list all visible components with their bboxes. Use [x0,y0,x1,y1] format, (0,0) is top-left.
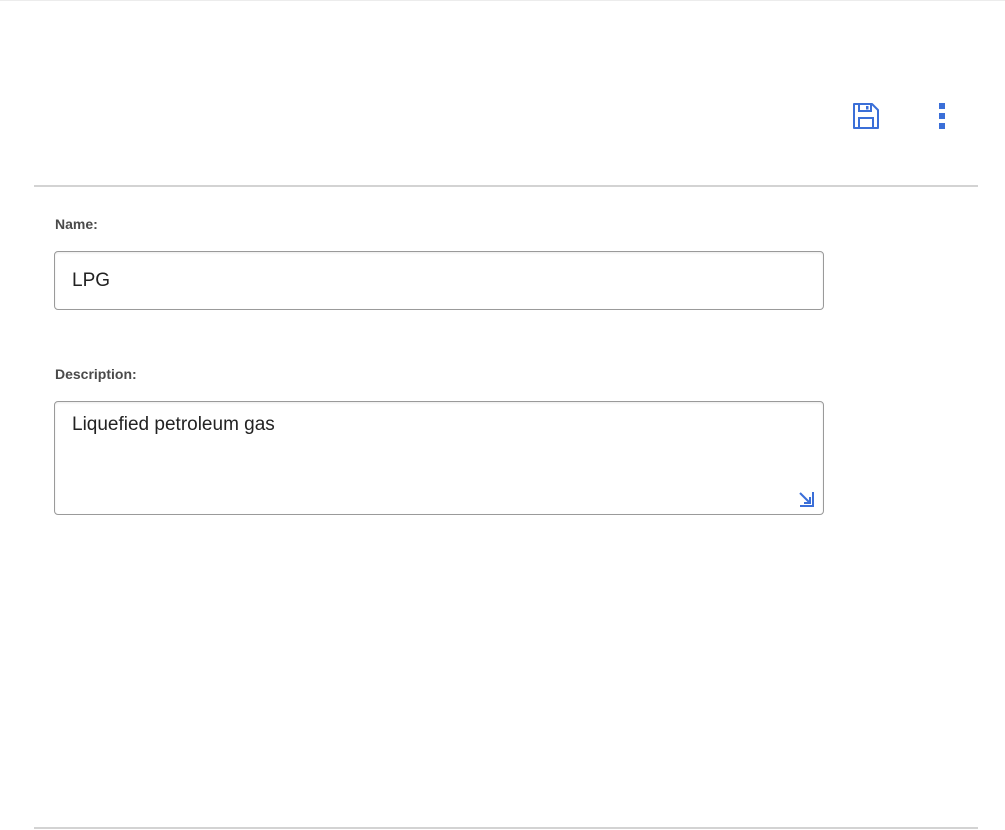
resize-handle[interactable] [797,489,817,509]
name-input[interactable] [54,251,824,310]
resize-handle-icon [799,492,814,507]
footer-divider [34,827,978,829]
save-button[interactable] [846,98,886,134]
save-icon [853,103,879,129]
more-options-button[interactable] [926,98,958,134]
toolbar [34,0,978,186]
more-vertical-icon [939,103,945,129]
name-label: Name: [55,216,98,232]
header-divider [34,185,978,187]
description-textarea[interactable]: Liquefied petroleum gas [54,401,824,515]
description-label: Description: [55,366,137,382]
record-panel: Name: Description: Liquefied petroleum g… [0,0,1005,830]
